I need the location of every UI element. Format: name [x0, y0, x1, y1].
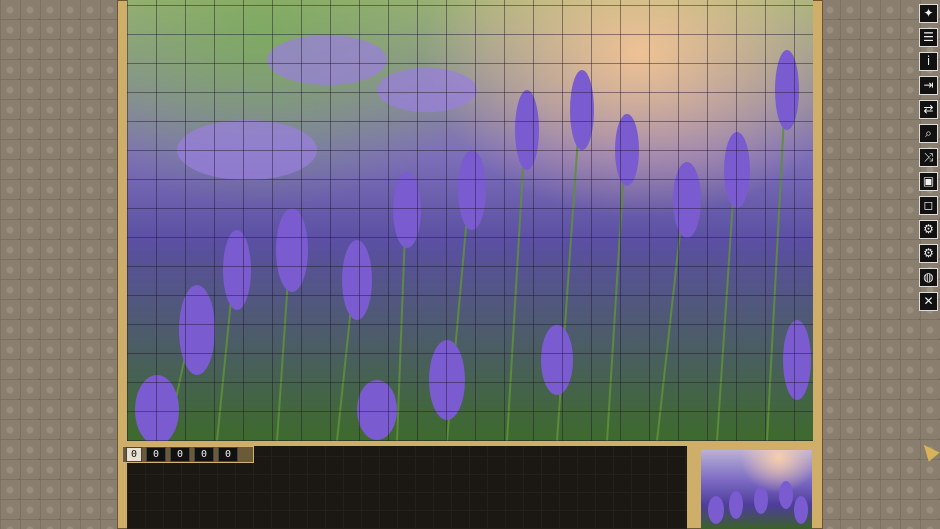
globe-icon[interactable]: ◍ [919, 268, 938, 287]
piece-counter: 0 0 0 0 0 [122, 446, 254, 463]
settings-gear-icon[interactable]: ⚙ [919, 220, 938, 239]
counter-digit: 0 [218, 447, 238, 462]
frame-icon[interactable]: ◻ [919, 196, 938, 215]
sort-icon[interactable]: ⇄ [919, 100, 938, 119]
counter-digit: 0 [194, 447, 214, 462]
options-gear-icon[interactable]: ⚙ [919, 244, 938, 263]
exit-door-icon[interactable]: ⇥ [919, 76, 938, 95]
counter-digit: 0 [170, 447, 190, 462]
piece-grid [127, 0, 813, 441]
preview-thumbnail[interactable] [701, 450, 812, 529]
puzzle-board[interactable] [127, 0, 813, 441]
pointer-cursor-icon [918, 440, 940, 462]
counter-digit: 0 [126, 447, 142, 462]
counter-digit: 0 [146, 447, 166, 462]
info-icon[interactable]: i [919, 52, 938, 71]
close-icon[interactable]: ✕ [919, 292, 938, 311]
magnify-icon[interactable]: ⌕ [919, 124, 938, 143]
ghost-image-icon[interactable]: ▣ [919, 172, 938, 191]
shuffle-icon[interactable]: ⤨ [919, 148, 938, 167]
palette-icon[interactable]: ✦ [919, 4, 938, 23]
tool-sidebar: ✦ ☰ i ⇥ ⇄ ⌕ ⤨ ▣ ◻ ⚙ ⚙ ◍ ✕ [919, 4, 939, 311]
list-icon[interactable]: ☰ [919, 28, 938, 47]
preview-image [708, 481, 808, 524]
